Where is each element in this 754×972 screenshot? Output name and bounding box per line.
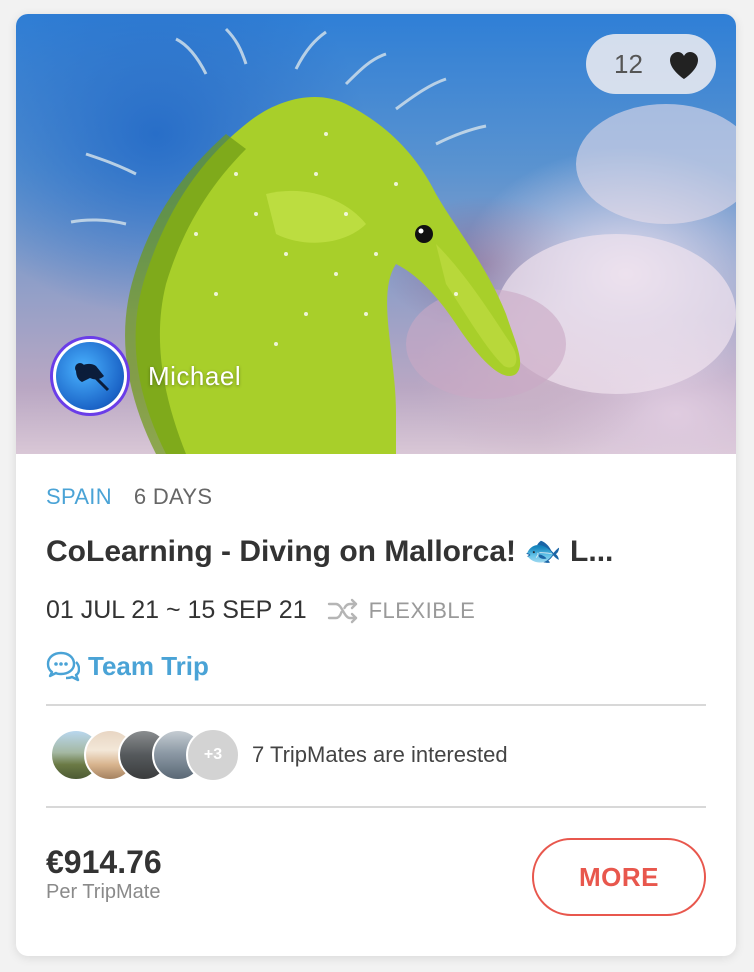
chat-bubbles-icon — [46, 651, 80, 682]
trip-price: €914.76 — [46, 844, 162, 880]
trip-type: Team Trip — [46, 650, 209, 682]
date-range: 01 JUL 21 ~ 15 SEP 21 — [46, 596, 307, 624]
trip-title[interactable]: CoLearning - Diving on Mallorca! 🐟 L... — [46, 534, 696, 569]
more-tripmates-badge[interactable]: +3 — [186, 728, 240, 782]
trip-card[interactable]: 12 Michael SPAIN 6 DAYS CoLearning - Div… — [16, 14, 736, 956]
tripmates-interest-text: 7 TripMates are interested — [252, 742, 508, 767]
heart-icon[interactable] — [668, 50, 700, 80]
trip-dates: 01 JUL 21 ~ 15 SEP 21 FLEXIBLE — [46, 596, 475, 625]
team-trip-label: Team Trip — [88, 650, 209, 681]
divider — [46, 806, 706, 808]
more-button[interactable]: MORE — [532, 838, 706, 916]
trip-country: SPAIN — [46, 484, 112, 509]
trip-meta: SPAIN 6 DAYS — [46, 484, 212, 510]
interested-tripmates[interactable]: +3 7 TripMates are interested — [50, 728, 508, 782]
trip-duration: 6 DAYS — [133, 484, 213, 509]
trip-cover-image[interactable]: 12 Michael — [16, 14, 736, 454]
diver-icon — [75, 363, 110, 392]
like-counter[interactable]: 12 — [586, 34, 716, 94]
price-unit: Per TripMate — [46, 881, 161, 903]
like-count: 12 — [614, 48, 643, 79]
shuffle-icon — [327, 598, 357, 623]
host-name[interactable]: Michael — [148, 361, 241, 392]
trip-host[interactable]: Michael — [50, 336, 241, 416]
host-avatar[interactable] — [50, 336, 130, 416]
divider — [46, 704, 706, 706]
flexible-label: FLEXIBLE — [368, 597, 476, 623]
